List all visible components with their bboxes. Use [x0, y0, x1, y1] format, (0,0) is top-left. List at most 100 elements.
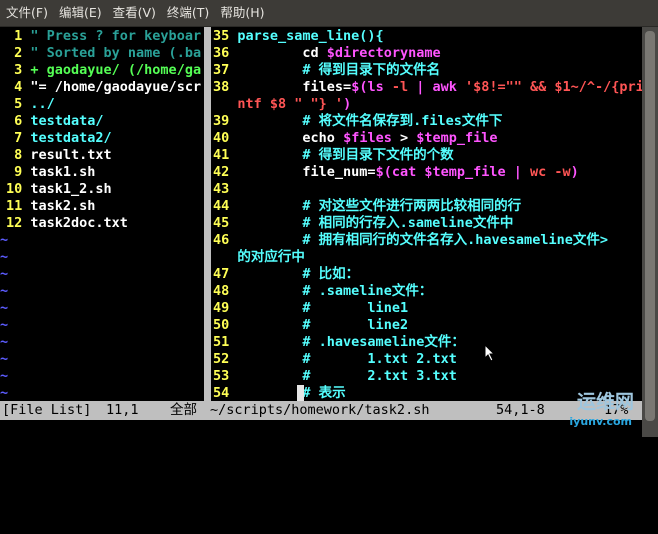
line-number: 46	[213, 232, 238, 248]
scrollbar-thumb[interactable]	[645, 31, 655, 421]
line-text: wc -w	[530, 164, 571, 180]
line-number: 7	[6, 130, 31, 146]
file-list-line: 2 " Sorted by name (.ba	[6, 45, 201, 62]
file-list-line: 1 " Press ? for keyboar	[6, 28, 201, 45]
editor-line: 40 echo $files > $temp_file	[213, 130, 498, 147]
editor-line: 48 # .sameline文件：	[213, 283, 432, 300]
line-text: -l	[391, 79, 409, 95]
line-text: # .sameline文件：	[237, 283, 433, 299]
vertical-split-separator[interactable]	[204, 27, 211, 403]
file-list-line: 9 task1.sh	[6, 164, 95, 181]
line-number: 40	[213, 130, 238, 146]
watermark-logo: 运维网 iyunv.com	[525, 385, 640, 435]
editor-line: ntf $8 " "} ')	[213, 96, 351, 113]
file-list-line: 10 task1_2.sh	[6, 181, 112, 198]
line-number: 47	[213, 266, 238, 282]
line-text: file_num=	[237, 164, 376, 180]
line-text: # line1	[237, 300, 409, 316]
line-text: # 得到目录下的文件名	[237, 62, 441, 78]
editor-line: 49 # line1	[213, 300, 408, 317]
menu-help[interactable]: 帮助(H)	[214, 0, 269, 26]
editor-line: 45 # 相同的行存入.sameline文件中	[213, 215, 513, 232]
menu-edit[interactable]: 编辑(E)	[53, 0, 107, 26]
empty-line-tilde: ~	[0, 351, 9, 367]
file-list-line: 11 task2.sh	[6, 198, 95, 215]
line-number: 5	[6, 96, 31, 112]
line-text: $temp_file	[416, 130, 498, 146]
line-number: 4	[6, 79, 31, 95]
line-text: # 得到目录下文件的个数	[237, 147, 454, 163]
line-text: )	[570, 164, 579, 180]
status-right-file: ~/scripts/homework/task2.sh	[210, 402, 430, 418]
line-text: |	[505, 164, 531, 180]
editor-line: 54 # 表示	[213, 385, 346, 402]
editor-line: 44 # 对这些文件进行两两比较相同的行	[213, 198, 521, 215]
editor-line: 36 cd $directoryname	[213, 45, 441, 62]
line-text: " Sorted by name (.ba	[30, 45, 202, 61]
status-left-percent: 全部	[170, 402, 197, 418]
empty-line-tilde: ~	[0, 232, 9, 248]
file-list-line: 4 "= /home/gaodayue/scr	[6, 79, 201, 96]
editor-line: 50 # line2	[213, 317, 408, 334]
line-number	[213, 249, 237, 265]
line-number: 36	[213, 45, 238, 61]
line-number: 1	[6, 28, 31, 44]
line-text: + gaodayue/ (/home/ga	[30, 62, 202, 78]
editor-line: 47 # 比如：	[213, 266, 359, 283]
watermark-text: 运维网	[576, 391, 634, 413]
watermark-url: iyunv.com	[569, 415, 632, 428]
line-text: # line2	[237, 317, 409, 333]
line-text: task1.sh	[30, 164, 96, 180]
line-text: )	[343, 96, 352, 112]
line-text: cd	[237, 45, 327, 61]
empty-line-tilde: ~	[0, 283, 9, 299]
line-text: task1_2.sh	[30, 181, 112, 197]
file-list-line: 8 result.txt	[6, 147, 112, 164]
line-text: testdata2/	[30, 130, 112, 146]
editor-line: 的对应行中	[213, 249, 305, 266]
line-text: # 将文件名保存到.files文件下	[237, 113, 503, 129]
editor-line: 35 parse_same_line(){	[213, 28, 384, 45]
line-text: ../	[30, 96, 55, 112]
editor-line: 37 # 得到目录下的文件名	[213, 62, 440, 79]
line-text: task2.sh	[30, 198, 96, 214]
line-text: $(cat	[375, 164, 425, 180]
line-text: # 对这些文件进行两两比较相同的行	[237, 198, 522, 214]
line-text: | awk	[408, 79, 465, 95]
line-number: 53	[213, 368, 238, 384]
status-left-label: [File List]	[2, 402, 92, 418]
line-number: 43	[213, 181, 238, 197]
line-number: 42	[213, 164, 238, 180]
line-text: testdata/	[30, 113, 104, 129]
line-number: 41	[213, 147, 238, 163]
menu-terminal[interactable]: 终端(T)	[161, 0, 214, 26]
menu-file[interactable]: 文件(F)	[0, 0, 53, 26]
line-number: 38	[213, 79, 238, 95]
editor-line: 46 # 拥有相同行的文件名存入.havesameline文件>	[213, 232, 608, 249]
line-number: 51	[213, 334, 238, 350]
editor-line: 41 # 得到目录下文件的个数	[213, 147, 454, 164]
editor-line: 38 files=$(ls -l | awk '$8!="" && $1~/^-…	[213, 79, 644, 96]
text-cursor	[297, 385, 304, 402]
empty-line-tilde: ~	[0, 300, 9, 316]
mouse-pointer-icon	[484, 344, 496, 362]
editor-line: 39 # 将文件名保存到.files文件下	[213, 113, 502, 130]
menu-view[interactable]: 查看(V)	[107, 0, 161, 26]
file-list-line: 7 testdata2/	[6, 130, 112, 147]
line-text: parse_same_line(){	[237, 28, 384, 44]
file-list-line: 12 task2doc.txt	[6, 215, 128, 232]
line-text: >	[391, 130, 417, 146]
line-number: 45	[213, 215, 238, 231]
line-number: 8	[6, 147, 31, 163]
line-text: # 1.txt 2.txt	[237, 351, 457, 367]
line-text: "= /home/gaodayue/scr	[30, 79, 202, 95]
file-list-line: 5 ../	[6, 96, 55, 113]
line-text: # 比如：	[237, 266, 360, 282]
line-number: 35	[213, 28, 238, 44]
menu-bar: 文件(F) 编辑(E) 查看(V) 终端(T) 帮助(H)	[0, 0, 658, 27]
line-text: $(ls	[351, 79, 392, 95]
terminal-area[interactable]: 1 " Press ? for keyboar 2 " Sorted by na…	[0, 27, 658, 420]
line-number: 54	[213, 385, 238, 401]
editor-line: 51 # .havesameline文件：	[213, 334, 465, 351]
terminal-scrollbar[interactable]	[642, 27, 658, 437]
